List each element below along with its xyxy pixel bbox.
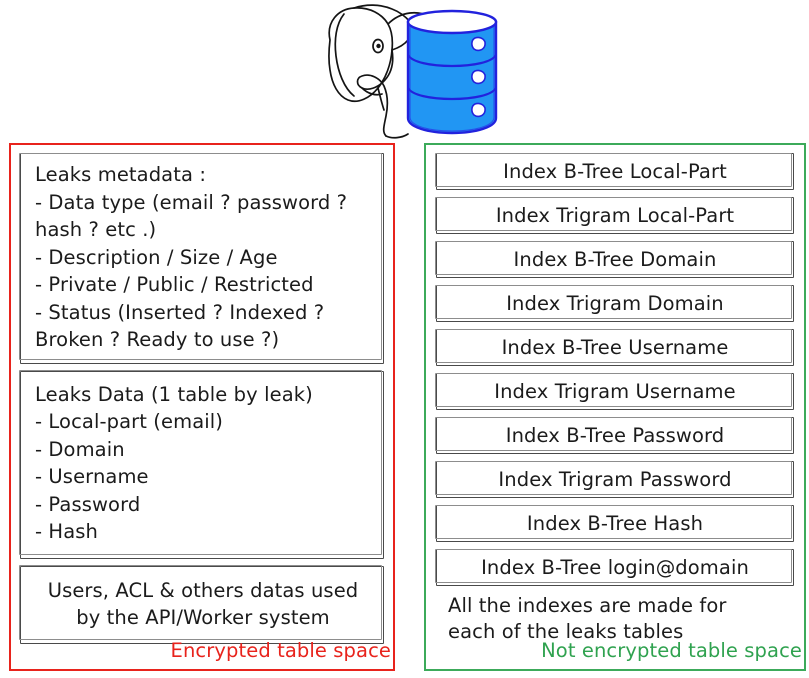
users-acl-line: Users, ACL & others datas used (47, 578, 359, 602)
logo-area (0, 0, 809, 140)
leaks-data-line: - Local-part (email) (35, 410, 223, 433)
indexes-note: All the indexes are made for each of the… (436, 593, 794, 645)
leaks-metadata-line: - Data type (email ? password ? (35, 190, 348, 214)
index-row: Index Trigram Local-Part (434, 196, 794, 234)
index-row: Index B-Tree Domain (434, 240, 794, 278)
leaks-metadata-line: - Description / Size / Age (35, 245, 278, 269)
index-row: Index Trigram Username (434, 372, 794, 410)
index-label: Index B-Tree Domain (513, 247, 717, 271)
postgresql-elephant-database-logo (328, 4, 498, 139)
leaks-metadata-line: - Private / Public / Restricted (35, 273, 314, 296)
leaks-data-line: - Password (35, 492, 141, 516)
index-row: Index Trigram Password (434, 460, 794, 498)
index-label: Index B-Tree Password (505, 423, 725, 447)
index-label: Index B-Tree login@domain (481, 555, 749, 579)
leaks-metadata-box: Leaks metadata : - Data type (email ? pa… (18, 152, 384, 364)
index-label: Index B-Tree Local-Part (503, 159, 727, 183)
users-acl-box: Users, ACL & others datas used by the AP… (18, 565, 384, 644)
index-row: Index B-Tree Hash (434, 504, 794, 542)
encrypted-table-space-panel: Leaks metadata : - Data type (email ? pa… (9, 143, 395, 671)
index-label: Index Trigram Password (498, 467, 732, 491)
index-row: Index B-Tree Username (434, 328, 794, 366)
index-label: Index Trigram Domain (506, 291, 724, 315)
leaks-metadata-line: hash ? etc .) (35, 218, 157, 241)
index-label: Index B-Tree Username (501, 335, 729, 359)
leaks-data-box: Leaks Data (1 table by leak) - Local-par… (18, 370, 384, 559)
indexes-note-line: All the indexes are made for (448, 594, 727, 617)
leaks-data-line: - Username (35, 465, 149, 488)
leaks-data-line: Leaks Data (1 table by leak) (35, 382, 313, 406)
index-row: Index B-Tree Local-Part (434, 152, 794, 190)
users-acl-line: by the API/Worker system (76, 606, 330, 629)
database-cylinder-icon (406, 9, 498, 135)
leaks-metadata-line: Broken ? Ready to use ?) (35, 328, 280, 351)
index-label: Index B-Tree Hash (526, 511, 704, 535)
index-row: Index B-Tree Password (434, 416, 794, 454)
encrypted-table-space-label: Encrypted table space (170, 639, 391, 662)
index-row: Index B-Tree login@domain (434, 548, 794, 586)
leaks-metadata-line: - Status (Inserted ? Indexed ? (35, 300, 325, 324)
index-label: Index Trigram Username (494, 379, 736, 403)
index-label: Index Trigram Local-Part (495, 203, 735, 227)
index-row: Index Trigram Domain (434, 284, 794, 322)
leaks-data-line: - Hash (35, 520, 98, 543)
not-encrypted-table-space-label: Not encrypted table space (541, 639, 802, 662)
leaks-data-line: - Domain (35, 437, 125, 461)
not-encrypted-table-space-panel: Index B-Tree Local-Part Index Trigram Lo… (424, 143, 806, 671)
leaks-metadata-line: Leaks metadata : (35, 163, 206, 186)
